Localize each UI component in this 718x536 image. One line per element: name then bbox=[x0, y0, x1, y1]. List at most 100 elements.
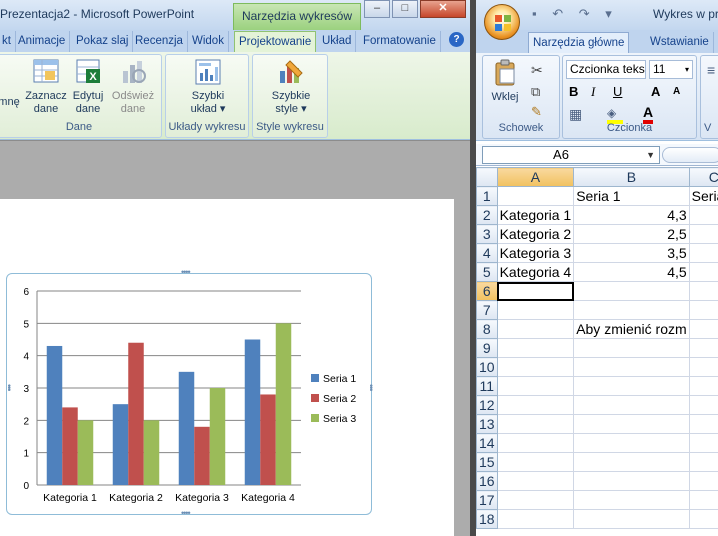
cell-b[interactable] bbox=[573, 414, 690, 434]
cell-b[interactable] bbox=[573, 433, 690, 453]
font-color-button[interactable]: A bbox=[643, 104, 654, 124]
underline-button[interactable]: U bbox=[613, 84, 622, 99]
row-header[interactable]: 2 bbox=[476, 205, 498, 225]
cell-a[interactable] bbox=[496, 395, 575, 415]
cell-a[interactable]: Kategoria 4 bbox=[496, 262, 575, 282]
help-icon[interactable]: ? bbox=[449, 32, 464, 47]
align-icon[interactable]: ≡ bbox=[707, 62, 715, 78]
column-header-c[interactable]: C bbox=[688, 167, 718, 187]
cut-icon[interactable]: ✂ bbox=[531, 62, 543, 79]
row-header[interactable]: 17 bbox=[476, 490, 498, 510]
close-button[interactable]: ✕ bbox=[420, 0, 466, 18]
cell-c[interactable] bbox=[688, 414, 718, 434]
cell-b[interactable]: 4,5 bbox=[573, 262, 690, 282]
row-header[interactable]: 9 bbox=[476, 338, 498, 358]
shrink-font-button[interactable]: A bbox=[673, 86, 680, 97]
cell-b[interactable] bbox=[573, 509, 690, 529]
cell-a[interactable] bbox=[496, 376, 575, 396]
select-all-corner[interactable] bbox=[476, 167, 498, 187]
row-header[interactable]: 13 bbox=[476, 414, 498, 434]
row-header[interactable]: 15 bbox=[476, 452, 498, 472]
tab-design[interactable]: Projektowanie bbox=[234, 31, 317, 52]
font-name-select[interactable]: Czcionka teks bbox=[566, 60, 646, 79]
cell-b[interactable]: 3,5 bbox=[573, 243, 690, 263]
row-header[interactable]: 5 bbox=[476, 262, 498, 282]
quick-styles-button[interactable]: Szybkie style ▾ bbox=[259, 57, 323, 116]
row-header[interactable]: 11 bbox=[476, 376, 498, 396]
row-header[interactable]: 1 bbox=[476, 186, 498, 206]
cell-b[interactable] bbox=[573, 376, 690, 396]
paste-button[interactable]: Wklej bbox=[485, 58, 525, 104]
cell-b[interactable] bbox=[573, 490, 690, 510]
cell-c[interactable] bbox=[688, 395, 718, 415]
column-header-a[interactable]: A bbox=[496, 167, 575, 187]
cell-a[interactable] bbox=[496, 300, 575, 320]
cell-b[interactable] bbox=[573, 357, 690, 377]
cell-c[interactable] bbox=[688, 338, 718, 358]
tab-home[interactable]: Narzędzia główne bbox=[528, 32, 630, 53]
cell-a[interactable] bbox=[496, 338, 575, 358]
tab-review[interactable]: Recenzja bbox=[131, 31, 188, 52]
cell-b[interactable] bbox=[573, 395, 690, 415]
select-data-button[interactable]: Zaznacz dane bbox=[23, 57, 69, 116]
font-size-select[interactable]: 11 ▾ bbox=[649, 60, 693, 79]
row-header[interactable]: 4 bbox=[476, 243, 498, 263]
cell-c[interactable] bbox=[688, 319, 718, 339]
cell-b[interactable]: Aby zmienić rozm bbox=[573, 319, 690, 339]
edit-data-button[interactable]: X Edytuj dane bbox=[67, 57, 109, 116]
cell-b[interactable] bbox=[573, 471, 690, 491]
formula-bar-resize-slider[interactable] bbox=[662, 147, 718, 163]
cell-a[interactable] bbox=[496, 186, 575, 206]
italic-button[interactable]: I bbox=[591, 84, 595, 100]
name-box[interactable]: A6 ▼ bbox=[482, 146, 660, 164]
cell-c[interactable] bbox=[688, 224, 718, 244]
bold-button[interactable]: B bbox=[569, 84, 578, 99]
grow-font-button[interactable]: A bbox=[651, 84, 660, 99]
row-header[interactable]: 14 bbox=[476, 433, 498, 453]
tab-layout[interactable]: Układ bbox=[318, 31, 357, 52]
name-box-dropdown-icon[interactable]: ▼ bbox=[646, 147, 655, 163]
tab-format[interactable]: Formatowanie bbox=[359, 31, 441, 52]
cell-c[interactable] bbox=[688, 262, 718, 282]
cell-c[interactable] bbox=[688, 300, 718, 320]
cell-c[interactable] bbox=[688, 490, 718, 510]
cell-b[interactable] bbox=[573, 338, 690, 358]
cell-b[interactable] bbox=[573, 281, 690, 301]
cell-c[interactable] bbox=[688, 281, 718, 301]
cell-c[interactable] bbox=[688, 357, 718, 377]
cell-a[interactable] bbox=[496, 319, 575, 339]
cell-a[interactable]: Kategoria 3 bbox=[496, 243, 575, 263]
cell-a[interactable]: Kategoria 2 bbox=[496, 224, 575, 244]
cell-c[interactable] bbox=[688, 376, 718, 396]
cell-b[interactable]: Seria 1 bbox=[573, 186, 690, 206]
row-header[interactable]: 6 bbox=[476, 281, 498, 301]
cell-c[interactable] bbox=[688, 509, 718, 529]
tab-animations[interactable]: Animacje bbox=[14, 31, 71, 52]
cell-a[interactable] bbox=[496, 281, 575, 301]
column-header-b[interactable]: B bbox=[573, 167, 690, 187]
cell-a[interactable] bbox=[496, 452, 575, 472]
borders-icon[interactable]: ▦ bbox=[569, 106, 582, 123]
copy-icon[interactable]: ⧉ bbox=[531, 84, 540, 100]
cell-a[interactable] bbox=[496, 414, 575, 434]
quick-access-toolbar[interactable]: ▪ ↶ ↷ ▾ bbox=[532, 6, 618, 22]
cell-b[interactable] bbox=[573, 452, 690, 472]
row-header[interactable]: 7 bbox=[476, 300, 498, 320]
tab-view[interactable]: Widok bbox=[188, 31, 229, 52]
cell-c[interactable] bbox=[688, 205, 718, 225]
row-header[interactable]: 10 bbox=[476, 357, 498, 377]
tab-insert-excel[interactable]: Wstawianie bbox=[646, 32, 714, 53]
maximize-button[interactable]: □ bbox=[392, 0, 418, 18]
quick-layout-button[interactable]: Szybki układ ▾ bbox=[176, 57, 240, 116]
refresh-data-button[interactable]: Odśwież dane bbox=[109, 57, 157, 116]
cell-b[interactable] bbox=[573, 300, 690, 320]
chart-object[interactable]: •••• •••• ••• ••• 0 1 2 3 4 5 6 Kategoria 1 Kate… bbox=[4, 267, 376, 518]
row-header[interactable]: 12 bbox=[476, 395, 498, 415]
row-header[interactable]: 3 bbox=[476, 224, 498, 244]
cell-c[interactable] bbox=[688, 471, 718, 491]
cell-a[interactable]: Kategoria 1 bbox=[496, 205, 575, 225]
cell-a[interactable] bbox=[496, 471, 575, 491]
row-header[interactable]: 18 bbox=[476, 509, 498, 529]
row-header[interactable]: 8 bbox=[476, 319, 498, 339]
tab-slide-show[interactable]: Pokaz slaj bbox=[72, 31, 134, 52]
